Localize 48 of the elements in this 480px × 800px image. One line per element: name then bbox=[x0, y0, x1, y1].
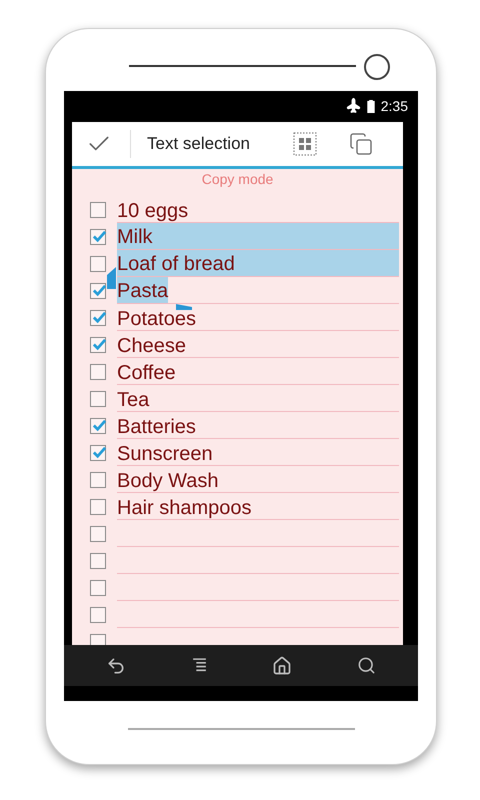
checkbox[interactable] bbox=[90, 552, 106, 568]
item-text: Body Wash bbox=[117, 471, 219, 492]
home-icon[interactable] bbox=[272, 656, 292, 676]
checkbox[interactable] bbox=[90, 634, 106, 645]
checked-checkbox[interactable] bbox=[90, 282, 106, 298]
checked-checkbox[interactable] bbox=[90, 228, 106, 244]
copy-icon[interactable] bbox=[349, 132, 373, 156]
item-text: Hair shampoos bbox=[117, 498, 252, 519]
search-icon[interactable] bbox=[356, 656, 376, 675]
checkbox[interactable] bbox=[90, 606, 106, 622]
checked-checkbox[interactable] bbox=[90, 336, 106, 352]
item-text: Coffee bbox=[117, 363, 176, 384]
checked-checkbox[interactable] bbox=[90, 444, 106, 460]
mode-label: Copy mode bbox=[202, 170, 274, 189]
item-text: Loaf of bread bbox=[117, 252, 235, 276]
item-text: Batteries bbox=[117, 417, 196, 438]
item-text: 10 eggs bbox=[117, 201, 188, 222]
check-icon bbox=[92, 444, 107, 460]
checkbox[interactable] bbox=[90, 472, 106, 488]
select-all-icon[interactable] bbox=[293, 132, 317, 156]
check-icon bbox=[92, 228, 107, 244]
checkbox[interactable] bbox=[90, 364, 106, 380]
check-icon bbox=[92, 310, 107, 324]
checkbox[interactable] bbox=[90, 256, 106, 272]
item-text: Potatoes bbox=[117, 309, 196, 330]
selection-start-handle[interactable] bbox=[107, 267, 116, 289]
checkbox[interactable] bbox=[90, 498, 106, 514]
item-text: Tea bbox=[117, 390, 150, 411]
back-icon[interactable] bbox=[106, 656, 126, 676]
status-time: 2:35 bbox=[380, 97, 408, 116]
battery-icon bbox=[366, 100, 375, 113]
item-text: Sunscreen bbox=[117, 444, 213, 465]
checkbox[interactable] bbox=[90, 390, 106, 406]
check-icon bbox=[92, 418, 107, 432]
camera-lens bbox=[364, 54, 390, 80]
action-bar-title: Text selection bbox=[147, 133, 250, 156]
item-text: Pasta bbox=[117, 277, 168, 303]
item-text: Cheese bbox=[117, 336, 186, 357]
checked-checkbox[interactable] bbox=[90, 310, 106, 326]
selection-end-handle[interactable] bbox=[176, 304, 192, 310]
checked-checkbox[interactable] bbox=[90, 418, 106, 434]
checkbox[interactable] bbox=[90, 202, 106, 218]
item-text: Milk bbox=[117, 225, 153, 249]
checkbox[interactable] bbox=[90, 526, 106, 542]
checkbox[interactable] bbox=[90, 580, 106, 596]
menu-icon[interactable] bbox=[190, 657, 208, 674]
check-icon bbox=[92, 336, 107, 352]
check-icon bbox=[92, 282, 107, 298]
